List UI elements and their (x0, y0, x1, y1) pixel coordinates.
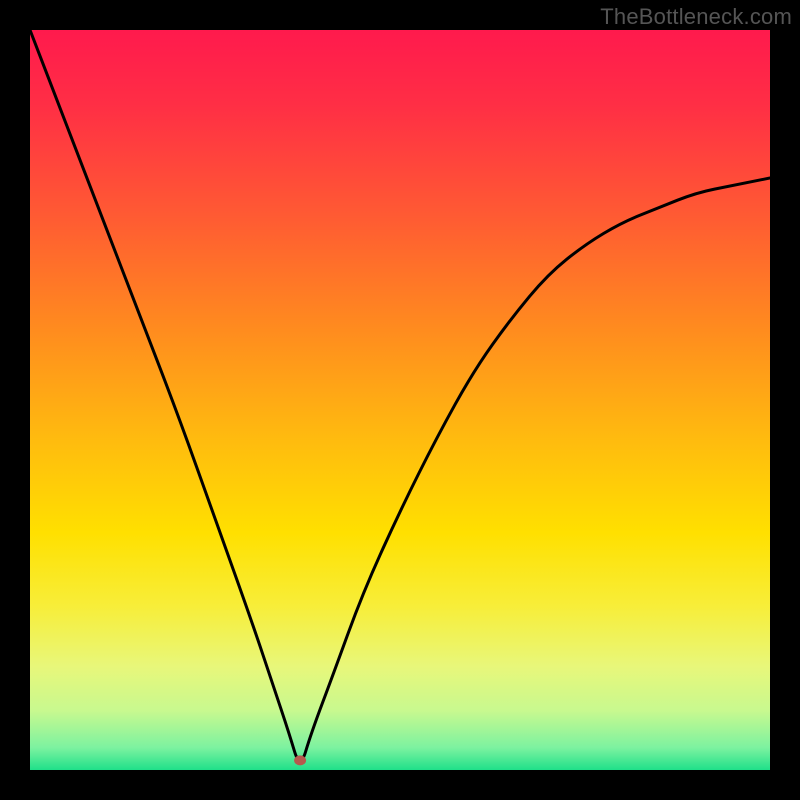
plot-area (30, 30, 770, 770)
gradient-background (30, 30, 770, 770)
chart-frame: TheBottleneck.com (0, 0, 800, 800)
plot-svg (30, 30, 770, 770)
watermark-text: TheBottleneck.com (600, 4, 792, 30)
optimal-point-marker (294, 755, 306, 765)
